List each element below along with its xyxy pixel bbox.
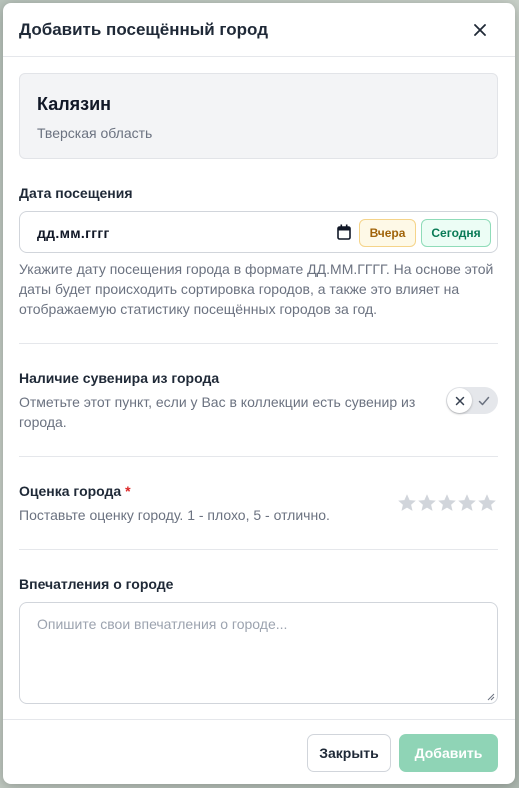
add-city-dialog: Добавить посещённый город Калязин Тверск… <box>3 3 515 784</box>
today-button[interactable]: Сегодня <box>421 219 491 247</box>
impressions-label: Впечатления о городе <box>19 576 174 592</box>
dialog-footer: Закрыть Добавить <box>3 719 515 784</box>
rating-label-text: Оценка города <box>19 483 122 499</box>
souvenir-toggle[interactable] <box>446 387 498 414</box>
city-card: Калязин Тверская область <box>19 73 498 159</box>
toggle-knob <box>447 388 472 413</box>
close-icon[interactable] <box>469 19 491 41</box>
star-icon[interactable] <box>477 493 497 513</box>
souvenir-label: Наличие сувенира из города <box>19 370 220 386</box>
check-icon <box>478 394 490 406</box>
divider <box>19 343 498 344</box>
dialog-header: Добавить посещённый город <box>3 3 515 57</box>
rating-label: Оценка города * <box>19 483 131 499</box>
divider <box>19 456 498 457</box>
rating-hint: Поставьте оценку городу. 1 - плохо, 5 - … <box>19 507 330 523</box>
resize-grip-icon[interactable] <box>487 693 495 701</box>
toggle-off-icon <box>455 396 464 405</box>
visit-date-hint: Укажите дату посещения города в формате … <box>19 261 494 317</box>
yesterday-button[interactable]: Вчера <box>359 219 416 247</box>
city-name: Калязин <box>37 94 112 114</box>
souvenir-hint: Отметьте этот пункт, если у Вас в коллек… <box>19 394 416 430</box>
calendar-icon[interactable] <box>337 224 351 240</box>
dialog-title: Добавить посещённый город <box>19 20 268 39</box>
required-mark: * <box>125 483 131 499</box>
rating-stars <box>397 493 499 513</box>
close-button[interactable]: Закрыть <box>307 734 391 772</box>
visit-date-value: дд.мм.гггг <box>37 225 110 241</box>
visit-date-label: Дата посещения <box>19 185 133 201</box>
impressions-placeholder: Опишите свои впечатления о городе... <box>37 616 288 632</box>
impressions-textarea[interactable]: Опишите свои впечатления о городе... <box>19 602 498 704</box>
city-region: Тверская область <box>37 125 153 141</box>
divider <box>19 549 498 550</box>
add-button[interactable]: Добавить <box>399 734 498 772</box>
star-icon[interactable] <box>417 493 437 513</box>
star-icon[interactable] <box>437 493 457 513</box>
star-icon[interactable] <box>457 493 477 513</box>
visit-date-input[interactable]: дд.мм.гггг Вчера Сегодня <box>19 211 498 253</box>
star-icon[interactable] <box>397 493 417 513</box>
